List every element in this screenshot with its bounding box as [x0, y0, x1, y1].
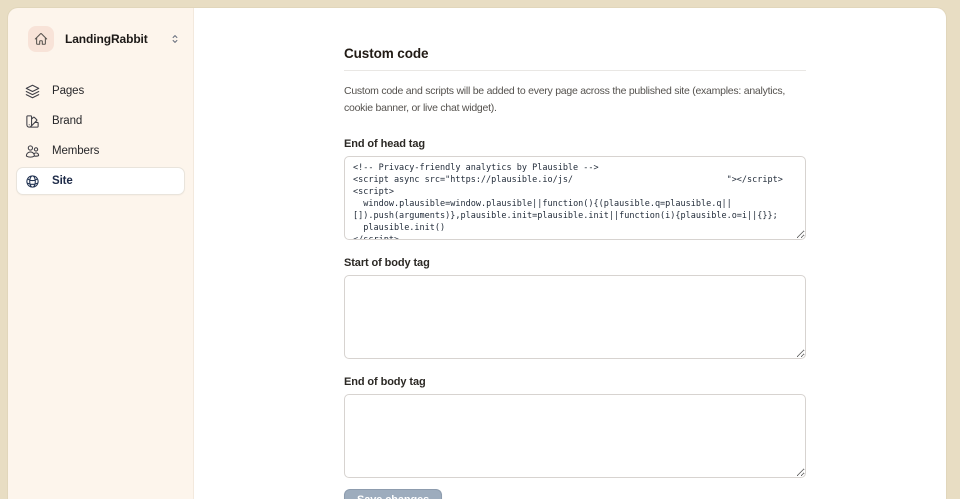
sidebar-nav: Pages Brand Members Site [16, 77, 185, 195]
app-window: LandingRabbit Pages Brand Members Site C… [8, 8, 946, 499]
sidebar-item-brand[interactable]: Brand [16, 107, 185, 135]
field-label: Start of body tag [344, 257, 430, 269]
field-start-of-body-tag: Start of body tag [344, 256, 806, 359]
field-label: End of body tag [344, 376, 426, 388]
field-label: End of head tag [344, 138, 426, 150]
field-end-of-body-tag: End of body tag [344, 375, 806, 478]
sidebar-item-label: Brand [52, 115, 83, 127]
sidebar-item-label: Pages [52, 85, 85, 97]
custom-code-section: Custom code Custom code and scripts will… [344, 8, 806, 499]
sidebar-item-site[interactable]: Site [16, 167, 185, 195]
layers-icon [25, 84, 40, 98]
page-title: Custom code [344, 46, 429, 61]
sidebar: LandingRabbit Pages Brand Members Site [8, 8, 194, 499]
field-end-of-head-tag: End of head tag <!-- Privacy-friendly an… [344, 137, 806, 240]
end-of-body-tag-textarea[interactable] [344, 394, 806, 478]
end-of-head-tag-textarea[interactable]: <!-- Privacy-friendly analytics by Plaus… [344, 156, 806, 240]
chevron-up-down-icon[interactable] [169, 33, 181, 45]
section-description: Custom code and scripts will be added to… [344, 85, 785, 114]
swatch-icon [26, 114, 39, 128]
start-of-body-tag-textarea[interactable] [344, 275, 806, 359]
main-panel: Custom code Custom code and scripts will… [194, 8, 946, 499]
workspace-switcher[interactable]: LandingRabbit [16, 26, 185, 52]
globe-icon [26, 174, 39, 188]
title-divider [344, 70, 806, 71]
sidebar-item-label: Members [52, 145, 100, 157]
home-icon [28, 26, 54, 52]
workspace-name: LandingRabbit [65, 32, 148, 46]
sidebar-item-members[interactable]: Members [16, 137, 185, 165]
sidebar-item-pages[interactable]: Pages [16, 77, 185, 105]
users-icon [25, 144, 40, 158]
sidebar-item-label: Site [52, 175, 73, 187]
save-changes-button[interactable]: Save changes [344, 489, 443, 499]
